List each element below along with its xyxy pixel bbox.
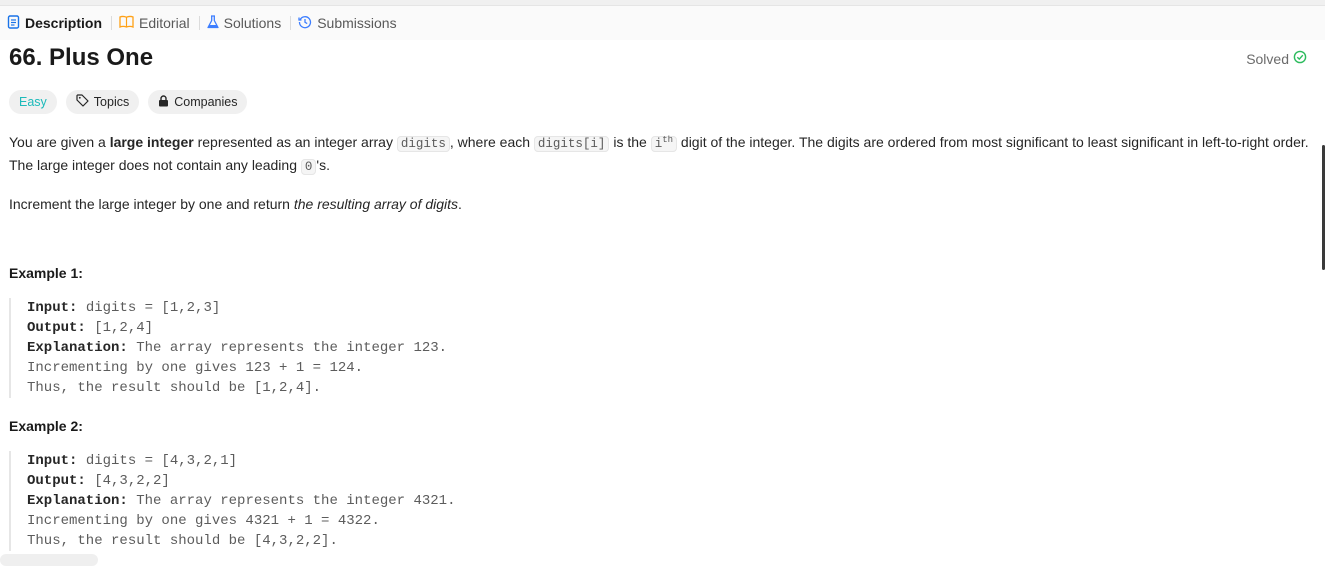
- tab-submissions-label: Submissions: [317, 15, 397, 31]
- explanation-text: The array represents the integer 4321.: [127, 493, 456, 509]
- companies-label: Companies: [174, 95, 238, 109]
- explanation-text: Thus, the result should be [4,3,2,2].: [27, 533, 338, 549]
- tab-solutions[interactable]: Solutions: [200, 6, 291, 40]
- inline-code: ith: [650, 135, 678, 153]
- history-icon: [298, 15, 317, 32]
- tab-editorial-label: Editorial: [139, 15, 190, 31]
- text-span: .: [458, 196, 462, 213]
- explanation-text: Thus, the result should be [1,2,4].: [27, 380, 322, 396]
- example-input-line: Input: digits = [1,2,3]: [27, 298, 447, 318]
- bottom-pill: [0, 554, 98, 566]
- italic-text: the resulting array of digits: [293, 196, 459, 213]
- problem-description: You are given a large integer represente…: [9, 130, 1314, 215]
- description-icon: [7, 14, 25, 32]
- solved-status: Solved: [1246, 50, 1307, 67]
- example-heading: Example 2:: [9, 418, 83, 434]
- text-span: You are given a: [9, 134, 110, 151]
- input-value: digits = [4,3,2,1]: [77, 453, 238, 469]
- description-paragraph: You are given a large integer represente…: [9, 130, 1314, 178]
- example-output-line: Output: [1,2,4]: [27, 318, 447, 338]
- output-value: [4,3,2,2]: [85, 473, 170, 489]
- text-span: , where each: [449, 134, 534, 151]
- tag-icon: [76, 94, 94, 110]
- example-block: Input: digits = [1,2,3] Output: [1,2,4] …: [9, 298, 447, 398]
- example-explanation-line: Explanation: The array represents the in…: [27, 491, 455, 511]
- book-icon: [119, 15, 139, 31]
- explanation-text: Incrementing by one gives 4321 + 1 = 432…: [27, 513, 380, 529]
- output-label: Output:: [27, 473, 86, 489]
- topics-button[interactable]: Topics: [65, 90, 140, 114]
- problem-title: 66. Plus One: [9, 44, 154, 71]
- example-explanation-line: Explanation: The array represents the in…: [27, 338, 447, 358]
- example-block: Input: digits = [4,3,2,1] Output: [4,3,2…: [9, 451, 455, 551]
- superscript: th: [662, 135, 674, 145]
- flask-icon: [206, 14, 224, 32]
- inline-code: 0: [300, 159, 317, 176]
- input-label: Input:: [27, 300, 78, 316]
- bold-text: large integer: [109, 134, 194, 151]
- topics-label: Topics: [93, 95, 130, 109]
- output-value: [1,2,4]: [85, 320, 154, 336]
- tab-solutions-label: Solutions: [223, 15, 282, 31]
- inline-code: digits: [396, 136, 450, 153]
- tab-description-label: Description: [25, 15, 103, 31]
- example-input-line: Input: digits = [4,3,2,1]: [27, 451, 455, 471]
- input-label: Input:: [27, 453, 78, 469]
- example-output-line: Output: [4,3,2,2]: [27, 471, 455, 491]
- lock-icon: [158, 94, 174, 110]
- example-heading: Example 1:: [9, 265, 83, 281]
- tab-submissions[interactable]: Submissions: [291, 6, 405, 40]
- companies-button[interactable]: Companies: [148, 90, 248, 114]
- inline-code: digits[i]: [533, 136, 610, 153]
- explanation-text: Incrementing by one gives 123 + 1 = 124.: [27, 360, 364, 376]
- explanation-label: Explanation:: [27, 340, 128, 356]
- text-span: 's.: [316, 157, 330, 174]
- check-circle-icon: [1289, 50, 1307, 67]
- solved-label: Solved: [1246, 50, 1289, 67]
- output-label: Output:: [27, 320, 86, 336]
- text-span: Increment the large integer by one and r…: [9, 196, 294, 213]
- difficulty-badge: Easy: [9, 90, 57, 114]
- problem-tab-bar: Description Editorial Solutions Submissi…: [0, 6, 1325, 40]
- input-value: digits = [1,2,3]: [77, 300, 221, 316]
- text-span: is the: [609, 134, 651, 151]
- tab-description[interactable]: Description: [0, 6, 111, 40]
- problem-tags: Easy Topics Companies: [9, 90, 248, 114]
- text-span: represented as an integer array: [193, 134, 397, 151]
- tab-editorial[interactable]: Editorial: [112, 6, 199, 40]
- description-paragraph: Increment the large integer by one and r…: [9, 194, 1314, 215]
- explanation-label: Explanation:: [27, 493, 128, 509]
- explanation-text: The array represents the integer 123.: [127, 340, 448, 356]
